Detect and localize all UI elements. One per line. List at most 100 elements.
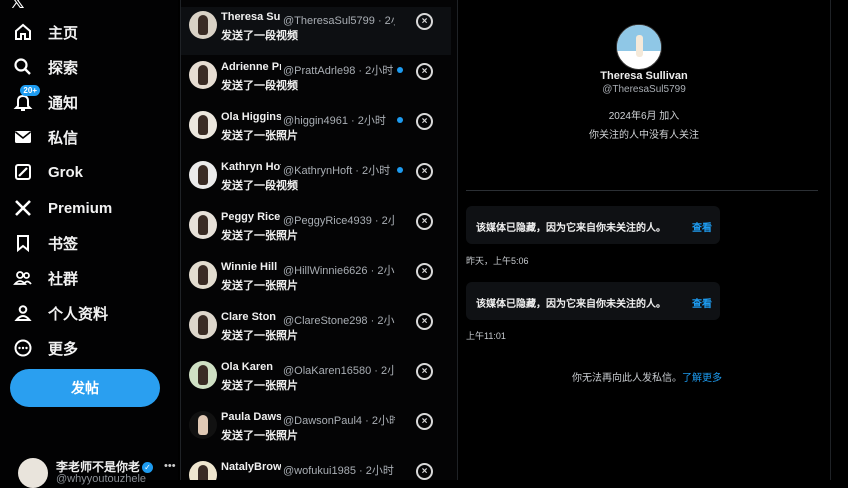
avatar	[189, 461, 217, 480]
separator: ·	[371, 215, 382, 227]
avatar	[189, 311, 217, 339]
nav-item-communities[interactable]: 社群	[12, 264, 78, 292]
conversation-list: Theresa Sullivan@TheresaSul5799 · 2小时发送了…	[180, 0, 458, 480]
conversation-time: 2小时	[381, 215, 395, 227]
conversation-item[interactable]: Ola Karen @OlaKaren16580 · 2小时发送了一张照片 ×	[181, 357, 451, 405]
close-icon[interactable]: ×	[416, 13, 433, 30]
nav-label-premium: Premium	[48, 199, 113, 217]
conversation-item[interactable]: Ola Higgins @higgin4961 · 2小时 发送了一张照片 ×	[181, 107, 451, 155]
conversation-item[interactable]: Paula Daws@DawsonPaul4 · 2小时发送了一张照片 ×	[181, 407, 451, 455]
separator: ·	[367, 315, 378, 327]
nav-item-premium[interactable]: Premium	[12, 194, 112, 222]
conversation-name: Ola Karen	[221, 361, 273, 373]
nav-label-more: 更多	[48, 340, 79, 358]
left-navigation: 𝕏 主页 探索 20+ 通知 私信 Grok Premium 书签 社群 个人资…	[0, 0, 178, 488]
learn-more-link[interactable]: 了解更多	[682, 373, 722, 384]
conversation-meta: @higgin4961 · 2小时	[283, 112, 386, 128]
conversation-item[interactable]: Peggy Rice@PeggyRice4939 · 2小时发送了一张照片 ×	[181, 207, 451, 255]
conversation-item[interactable]: Theresa Sullivan@TheresaSul5799 · 2小时发送了…	[181, 7, 451, 55]
conversation-name: Clare Ston	[221, 311, 277, 323]
close-icon[interactable]: ×	[416, 113, 433, 130]
close-icon[interactable]: ×	[416, 213, 433, 230]
conversation-meta: @PrattAdrle98 · 2小时	[283, 62, 393, 78]
verified-icon: ✓	[142, 462, 154, 474]
conversation-time: 2小时	[384, 15, 395, 27]
nav-item-bookmarks[interactable]: 书签	[12, 229, 78, 257]
avatar-figure	[198, 365, 208, 385]
avatar-figure	[198, 465, 208, 480]
separator: ·	[355, 65, 366, 77]
mail-icon	[12, 126, 34, 148]
view-button[interactable]: 查看	[692, 295, 712, 310]
nav-label-communities: 社群	[48, 270, 79, 288]
avatar-figure	[198, 165, 208, 185]
unread-dot	[397, 167, 403, 173]
separator: ·	[367, 265, 378, 277]
view-button[interactable]: 查看	[692, 219, 712, 234]
nav-item-notifications[interactable]: 20+ 通知	[12, 85, 79, 116]
conversation-handle: @KathrynHoft	[283, 165, 353, 177]
nav-label-home: 主页	[48, 24, 79, 42]
conversation-meta: @OlaKaren16580 · 2小时	[283, 362, 395, 378]
home-icon	[12, 21, 34, 43]
nav-item-home[interactable]: 主页	[12, 18, 78, 46]
conversation-preview: 发送了一张照片	[221, 430, 298, 442]
conversation-item[interactable]: NatalyBrown@wofukui1985 · 2小时 ×	[181, 457, 451, 480]
conversation-item[interactable]: Adrienne Pratt@PrattAdrle98 · 2小时发送了一段视频…	[181, 57, 451, 105]
nav-item-explore[interactable]: 探索	[12, 53, 78, 81]
hidden-media-message: 该媒体已隐藏，因为它来自你未关注的人。 查看	[466, 282, 720, 320]
avatar-figure	[198, 15, 208, 35]
separator: ·	[362, 415, 372, 427]
x-icon	[12, 197, 34, 219]
conversation-handle: @PeggyRice4939	[283, 215, 372, 227]
x-logo[interactable]: 𝕏	[10, 0, 25, 13]
conversation-name: Kathryn Hoffman	[221, 161, 281, 173]
conversation-time: 2小时	[365, 65, 394, 77]
avatar-figure	[198, 415, 208, 435]
person-icon	[12, 302, 34, 324]
close-icon[interactable]: ×	[416, 163, 433, 180]
profile-avatar[interactable]	[616, 24, 662, 70]
nav-item-profile[interactable]: 个人资料	[12, 299, 108, 327]
more-dots-icon[interactable]: •••	[164, 460, 176, 472]
conversation-meta: @HillWinnie6626 · 2小时	[283, 262, 395, 278]
avatar	[189, 161, 217, 189]
close-icon[interactable]: ×	[416, 363, 433, 380]
conversation-time: 2小时	[357, 115, 386, 127]
avatar-figure	[198, 65, 208, 85]
close-icon[interactable]: ×	[416, 413, 433, 430]
avatar	[189, 211, 217, 239]
nav-item-messages[interactable]: 私信	[12, 123, 78, 151]
search-icon	[12, 56, 34, 78]
close-icon[interactable]: ×	[416, 263, 433, 280]
conversation-item[interactable]: Clare Ston @ClareStone298 · 2小时发送了一张照片 ×	[181, 307, 451, 355]
conversation-item[interactable]: Winnie Hill @HillWinnie6626 · 2小时发送了一张照片 ×	[181, 257, 451, 305]
post-button[interactable]: 发帖	[10, 369, 160, 407]
close-icon[interactable]: ×	[416, 313, 433, 330]
conversation-preview: 发送了一张照片	[221, 230, 298, 242]
avatar-figure	[198, 215, 208, 235]
conversation-item[interactable]: Kathryn Hoffman@KathrynHoft · 2小时发送了一段视频…	[181, 157, 451, 205]
profile-handle: @TheresaSul5799	[602, 84, 686, 95]
conversation-handle: @wofukui1985	[283, 465, 356, 477]
divider	[466, 190, 818, 191]
notification-badge: 20+	[20, 85, 40, 96]
nav-item-grok[interactable]: Grok	[12, 158, 83, 186]
conversation-name: Paula Daws	[221, 411, 281, 423]
nav-label-profile: 个人资料	[48, 305, 109, 323]
profile-name[interactable]: Theresa Sullivan	[458, 70, 830, 82]
unread-dot	[397, 67, 403, 73]
close-icon[interactable]: ×	[416, 463, 433, 480]
conversation-time: 2小时	[381, 365, 395, 377]
close-icon[interactable]: ×	[416, 63, 433, 80]
cannot-dm-notice: 你无法再向此人发私信。了解更多	[572, 369, 722, 384]
bell-icon: 20+	[12, 85, 40, 113]
nav-item-more[interactable]: 更多	[12, 334, 78, 362]
nav-label-notifications: 通知	[48, 94, 79, 112]
chat-panel: Theresa Sullivan @TheresaSul5799 2024年6月…	[458, 0, 831, 480]
conversation-handle: @PrattAdrle98	[283, 65, 356, 77]
conversation-time: 2小时	[377, 315, 395, 327]
more-circle-icon	[12, 337, 34, 359]
avatar	[189, 261, 217, 289]
message-timestamp: 上午11:01	[466, 331, 506, 341]
